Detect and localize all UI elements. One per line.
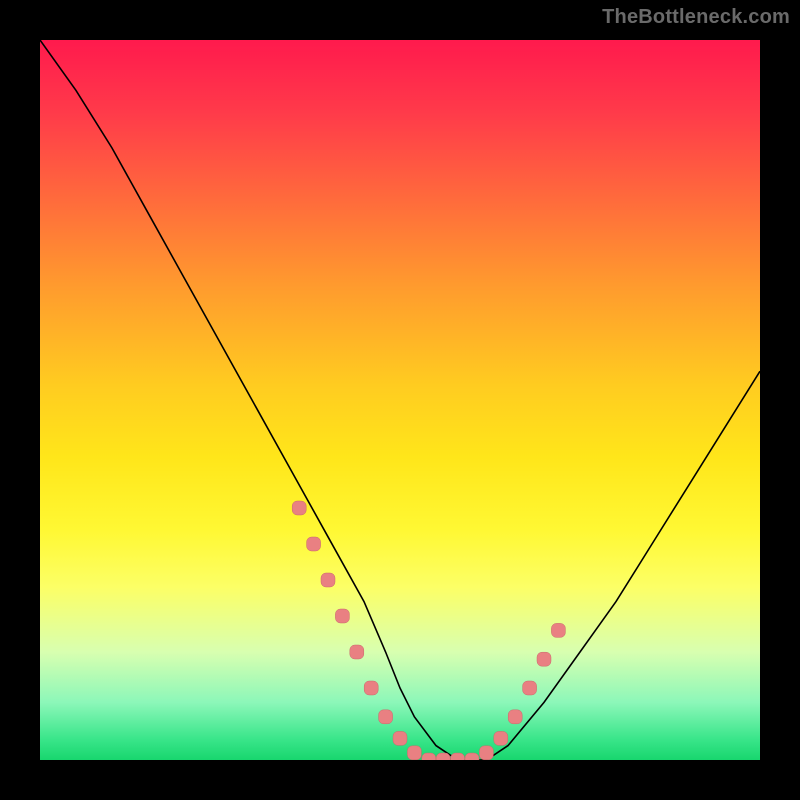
chart-frame: TheBottleneck.com: [0, 0, 800, 800]
marker-point: [551, 623, 565, 637]
marker-point: [422, 753, 436, 760]
marker-point: [436, 753, 450, 760]
marker-point: [407, 746, 421, 760]
marker-cluster: [292, 501, 565, 760]
marker-point: [465, 753, 479, 760]
watermark-text: TheBottleneck.com: [602, 6, 790, 29]
marker-point: [523, 681, 537, 695]
marker-point: [479, 746, 493, 760]
marker-point: [335, 609, 349, 623]
marker-point: [508, 710, 522, 724]
bottleneck-curve: [40, 40, 760, 760]
curve-svg: [40, 40, 760, 760]
marker-point: [321, 573, 335, 587]
marker-point: [307, 537, 321, 551]
marker-point: [364, 681, 378, 695]
marker-point: [292, 501, 306, 515]
marker-point: [451, 753, 465, 760]
marker-point: [379, 710, 393, 724]
plot-area: [40, 40, 760, 760]
marker-point: [537, 652, 551, 666]
marker-point: [494, 731, 508, 745]
marker-point: [350, 645, 364, 659]
marker-point: [393, 731, 407, 745]
